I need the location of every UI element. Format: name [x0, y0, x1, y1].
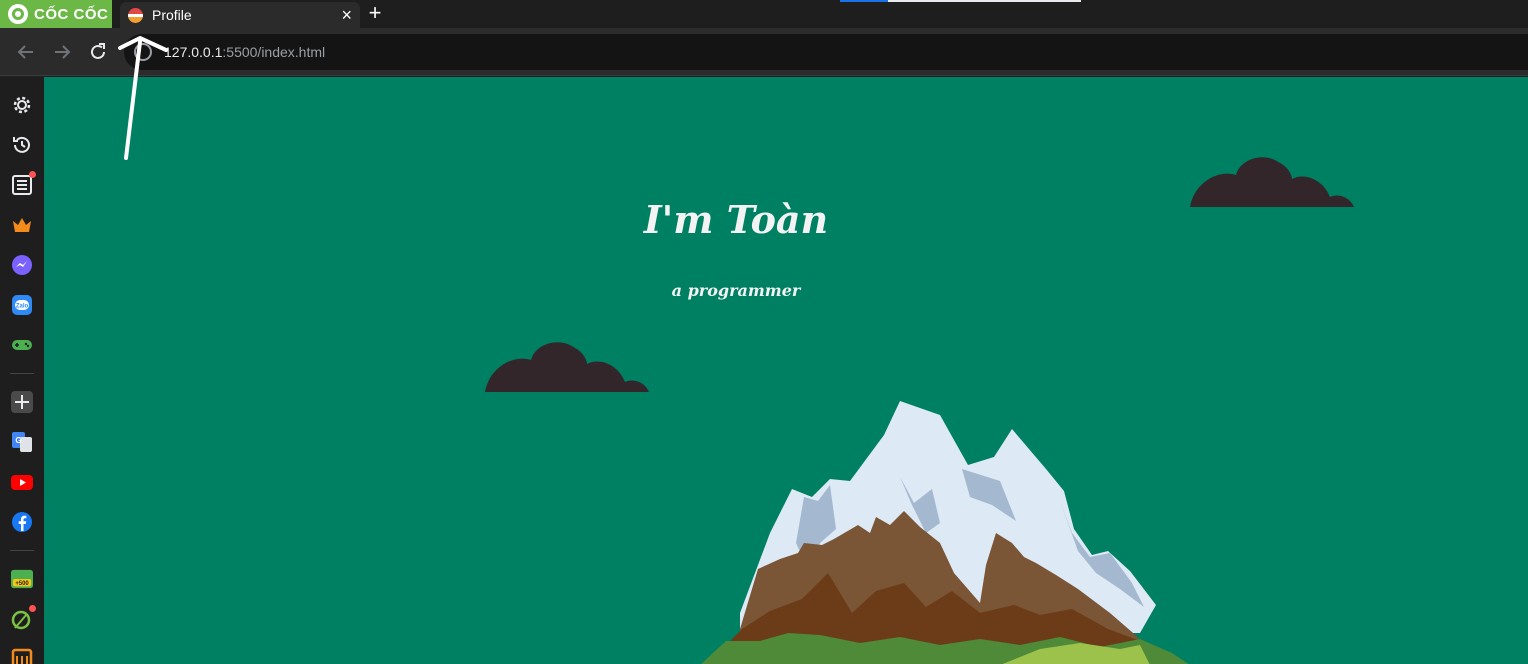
gear-icon [13, 96, 31, 114]
back-button[interactable] [12, 38, 40, 66]
url-path: :5500/index.html [222, 44, 326, 60]
history-icon [13, 136, 30, 153]
facebook-icon [12, 512, 32, 532]
mountain-illustration [701, 401, 1189, 664]
sidebar: Zalo G +500 [0, 77, 44, 664]
reload-button[interactable] [84, 38, 112, 66]
sidebar-item-add[interactable] [11, 391, 33, 413]
sidebar-item-games[interactable] [11, 334, 33, 356]
messenger-icon [12, 255, 32, 275]
loading-bar [840, 0, 888, 2]
rewards-label: +500 [15, 581, 29, 587]
tab-profile[interactable]: Profile × [120, 2, 360, 28]
sidebar-divider [10, 550, 34, 551]
page-title: I'm Toàn [643, 197, 829, 242]
cloud-left [485, 342, 649, 392]
site-info-icon[interactable] [134, 43, 152, 61]
sidebar-item-facebook[interactable] [11, 511, 33, 533]
zalo-icon: Zalo [12, 295, 32, 315]
new-tab-button[interactable]: + [364, 2, 386, 25]
crown-icon [13, 218, 31, 232]
sidebar-item-settings[interactable] [11, 94, 33, 116]
sidebar-item-rewards[interactable]: +500 [11, 568, 33, 590]
plus-icon [15, 395, 29, 409]
gamepad-icon [12, 340, 32, 350]
sidebar-item-messenger[interactable] [11, 254, 33, 276]
toolbar: 127.0.0.1:5500/index.html [0, 28, 1528, 76]
arrow-left-icon [17, 45, 33, 59]
translate-icon: G [12, 432, 32, 452]
sidebar-divider [10, 373, 34, 374]
notification-badge [29, 171, 36, 178]
svg-text:G: G [15, 436, 21, 445]
sidebar-item-reading-list[interactable] [11, 171, 36, 196]
youtube-icon [11, 475, 33, 490]
sidebar-item-history[interactable] [11, 134, 33, 156]
sidebar-item-shop[interactable] [11, 646, 33, 664]
sidebar-item-crown[interactable] [11, 214, 33, 236]
tab-title: Profile [152, 7, 192, 23]
tab-close-icon[interactable]: × [341, 6, 352, 24]
brand-name: CỐC CỐC [34, 5, 109, 23]
sidebar-item-coccoc-extra[interactable] [11, 605, 36, 630]
url-text: 127.0.0.1:5500/index.html [164, 44, 325, 60]
favicon-icon [128, 7, 143, 23]
sidebar-item-youtube[interactable] [11, 471, 33, 493]
sidebar-item-zalo[interactable]: Zalo [11, 294, 33, 316]
reload-icon [91, 43, 105, 59]
address-bar[interactable]: 127.0.0.1:5500/index.html [124, 34, 1528, 70]
coccoc-brand[interactable]: CỐC CỐC [0, 0, 112, 28]
rewards-icon: +500 [11, 569, 33, 589]
tab-strip: CỐC CỐC Profile × + [0, 0, 1528, 28]
forward-button[interactable] [48, 38, 76, 66]
page-subtitle: a programmer [671, 281, 801, 300]
url-host: 127.0.0.1 [164, 44, 223, 60]
sidebar-item-translate[interactable]: G [11, 431, 33, 453]
notification-badge [29, 605, 36, 612]
coccoc-logo-icon [8, 4, 28, 24]
zalo-label: Zalo [16, 304, 29, 310]
arrow-right-icon [55, 45, 71, 59]
page-viewport: I'm Toàn a programmer [44, 77, 1528, 664]
shop-icon [11, 648, 33, 664]
loading-bar-track [888, 0, 1081, 2]
